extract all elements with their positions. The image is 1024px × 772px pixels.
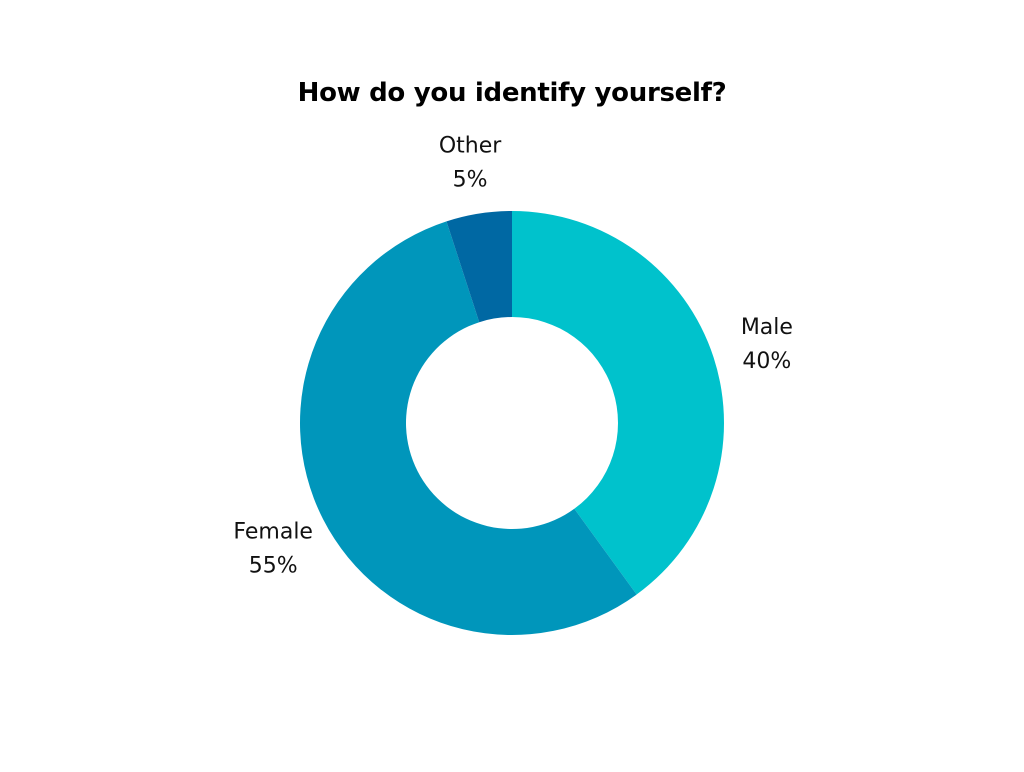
slice-value-male: 40% bbox=[742, 349, 791, 374]
chart-title: How do you identify yourself? bbox=[297, 78, 727, 108]
slice-category-other: Other bbox=[439, 133, 502, 158]
slice-label-male: Male 40% bbox=[741, 315, 793, 374]
chart: How do you identify yourself? Male 40% Fem… bbox=[0, 0, 1024, 768]
slice-label-female: Female 55% bbox=[233, 520, 313, 579]
slice-category-male: Male bbox=[741, 315, 793, 340]
slice-label-other: Other 5% bbox=[439, 133, 502, 192]
slice-value-other: 5% bbox=[453, 167, 488, 192]
slice-category-female: Female bbox=[233, 520, 313, 545]
donut-chart: Male 40% Female 55% Other 5% bbox=[233, 133, 793, 635]
slice-value-female: 55% bbox=[249, 554, 298, 579]
